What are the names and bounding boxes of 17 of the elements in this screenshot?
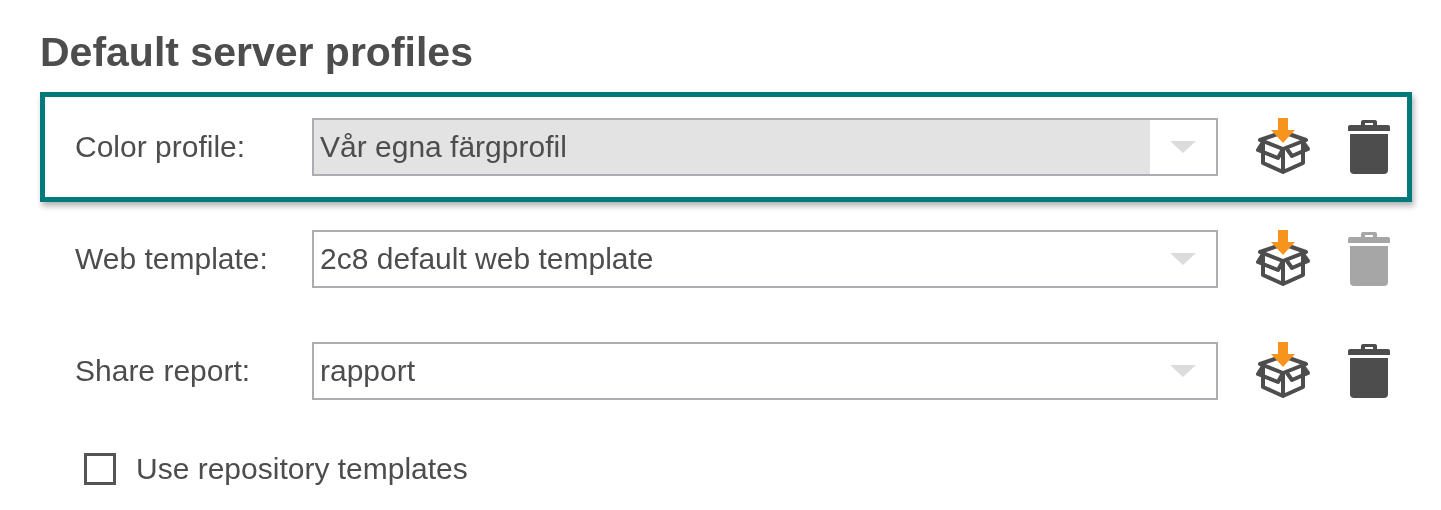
caret-icon [1170, 141, 1196, 153]
caret-icon [1170, 365, 1196, 377]
box-download-icon[interactable] [1254, 118, 1312, 176]
profile-dropdown[interactable]: Vår egna färgprofil [312, 118, 1218, 176]
section-title: Default server profiles [40, 28, 474, 77]
field-label: Share report: [75, 354, 252, 388]
profile-dropdown[interactable]: rapport [312, 342, 1218, 400]
box-download-icon[interactable] [1254, 230, 1312, 288]
trash-icon[interactable] [1348, 344, 1390, 398]
trash-icon[interactable] [1348, 120, 1390, 174]
checkbox-label: Use repository templates [136, 452, 468, 486]
field-label: Color profile: [75, 130, 247, 164]
profile-dropdown[interactable]: 2c8 default web template [312, 230, 1218, 288]
checkbox[interactable] [84, 453, 116, 485]
caret-icon [1170, 253, 1196, 265]
box-download-icon[interactable] [1254, 342, 1312, 400]
field-label: Web template: [75, 242, 269, 276]
